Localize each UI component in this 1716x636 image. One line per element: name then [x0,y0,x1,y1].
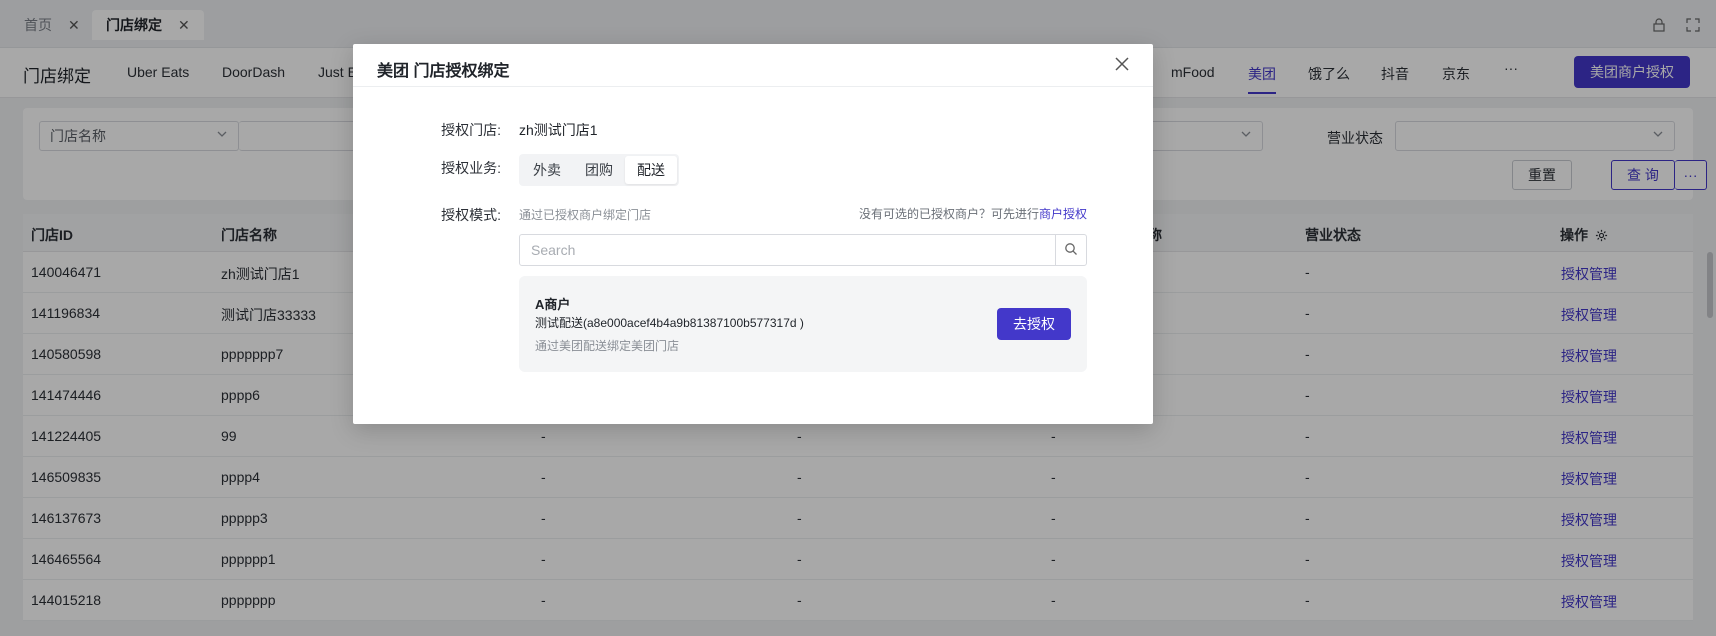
close-icon[interactable] [1111,54,1133,76]
merchant-desc: 通过美团配送绑定美团门店 [535,339,680,353]
store-label: 授权门店: [441,122,501,138]
no-merchant-hint-text: 没有可选的已授权商户？可先进行 [858,207,1039,221]
no-merchant-hint: 没有可选的已授权商户？可先进行商户授权 [859,205,1087,222]
business-option-groupbuy[interactable]: 团购 [573,156,625,184]
store-value: zh测试门店1 [519,122,598,138]
merchant-detail: 测试配送(a8e000acef4b4a9b81387100b577317d ) [535,316,804,330]
search-input[interactable] [520,235,1056,265]
auth-bind-dialog: 美团 门店授权绑定 授权门店: zh测试门店1 授权业务: 外卖 团购 配送 授… [353,44,1153,424]
business-option-delivery[interactable]: 配送 [625,156,677,184]
business-label: 授权业务: [441,160,501,176]
merchant-search [519,234,1087,266]
mode-label: 授权模式: [441,207,501,223]
mode-hint: 通过已授权商户绑定门店 [519,208,652,222]
merchant-card: A商户 测试配送(a8e000acef4b4a9b81387100b577317… [519,276,1087,372]
search-icon [1064,242,1078,259]
merchant-name: A商户 [535,297,571,312]
go-authorize-button[interactable]: 去授权 [997,308,1071,340]
search-button[interactable] [1055,235,1086,265]
business-option-takeout[interactable]: 外卖 [521,156,573,184]
merchant-auth-link[interactable]: 商户授权 [1039,207,1087,221]
dialog-header: 美团 门店授权绑定 [353,44,1153,87]
business-segmented: 外卖 团购 配送 [519,154,679,186]
dialog-title: 美团 门店授权绑定 [377,63,510,80]
